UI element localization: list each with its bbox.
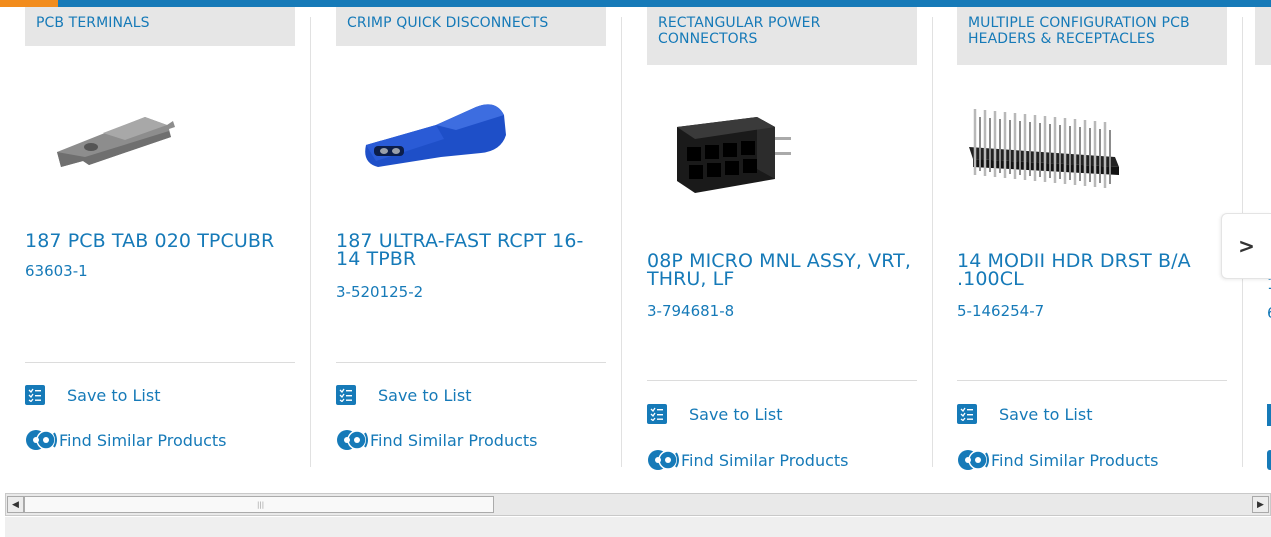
product-image-quick-disconnect[interactable] — [336, 85, 606, 205]
checklist-icon — [957, 404, 977, 424]
product-card: CRIMP QUICK DISCONNECTS 187 ULTRA-FAST R… — [311, 7, 622, 485]
horizontal-scrollbar[interactable]: ◀ ||| ▶ — [5, 493, 1271, 516]
similar-products-icon — [648, 450, 679, 470]
save-to-list-label: Save to List — [378, 385, 472, 405]
save-to-list-label: Save to List — [689, 404, 783, 424]
similar-products-icon — [26, 430, 57, 450]
product-image-pcb-tab[interactable] — [25, 87, 295, 207]
product-card: MULTIPLE CONFIGURATION PCB HEADERS & REC… — [932, 7, 1243, 485]
card-divider — [25, 362, 295, 363]
product-name[interactable]: 187 ULTRA-FAST RCPT 16-14 TPBR — [336, 232, 606, 269]
find-similar-label: Find Similar Products — [991, 450, 1159, 470]
card-divider — [647, 380, 917, 381]
save-to-list-button[interactable]: Save to List — [647, 404, 782, 424]
find-similar-label: Find Similar Products — [59, 430, 227, 450]
part-number[interactable]: 63603-1 — [25, 262, 88, 280]
checklist-icon — [647, 404, 667, 424]
product-image-pcb-header[interactable] — [957, 97, 1227, 217]
product-carousel: PCB TERMINALS 187 PCB TAB 020 TPCUBR 636… — [0, 0, 1271, 490]
checklist-icon — [25, 385, 45, 405]
find-similar-products-button[interactable]: Find Similar Products — [647, 448, 849, 472]
save-to-list-button[interactable]: Save to List — [957, 404, 1092, 424]
scrollbar-thumb[interactable]: ||| — [24, 496, 494, 513]
checklist-icon — [336, 385, 356, 405]
product-card: PCB TERMINALS 187 PCB TAB 020 TPCUBR 636… — [0, 7, 311, 485]
part-number-partial[interactable]: 6 — [1267, 304, 1271, 322]
scrollbar-grip-icon: ||| — [257, 501, 265, 509]
product-category[interactable]: MULTIPLE CONFIGURATION PCB HEADERS & REC… — [957, 7, 1227, 65]
chevron-right-icon: > — [1238, 234, 1255, 258]
similar-products-icon — [337, 430, 368, 450]
product-category[interactable]: RECTANGULAR POWER CONNECTORS — [647, 7, 917, 65]
scroll-left-arrow[interactable]: ◀ — [7, 496, 24, 513]
similar-products-icon — [958, 450, 989, 470]
part-number[interactable]: 3-520125-2 — [336, 283, 423, 301]
carousel-next-button[interactable]: > — [1221, 213, 1271, 279]
find-similar-products-button[interactable]: Find Similar Products — [957, 448, 1159, 472]
part-number[interactable]: 3-794681-8 — [647, 302, 734, 320]
save-to-list-button[interactable]: Save to List — [25, 385, 160, 405]
page-footer-area — [5, 517, 1271, 537]
save-to-list-label: Save to List — [999, 404, 1093, 424]
product-category[interactable]: CRIMP QUICK DISCONNECTS — [336, 7, 606, 46]
similar-products-icon[interactable] — [1267, 450, 1271, 470]
find-similar-label: Find Similar Products — [370, 430, 538, 450]
product-card: RECTANGULAR POWER CONNECTORS 08P MICRO M… — [622, 7, 933, 485]
product-name[interactable]: 14 MODII HDR DRST B/A .100CL — [957, 252, 1227, 289]
product-category-partial[interactable] — [1255, 7, 1271, 65]
scroll-right-arrow[interactable]: ▶ — [1252, 496, 1269, 513]
checklist-icon[interactable] — [1267, 404, 1271, 426]
find-similar-products-button[interactable]: Find Similar Products — [336, 428, 538, 452]
save-to-list-label: Save to List — [67, 385, 161, 405]
find-similar-label: Find Similar Products — [681, 450, 849, 470]
save-to-list-button[interactable]: Save to List — [336, 385, 471, 405]
part-number[interactable]: 5-146254-7 — [957, 302, 1044, 320]
product-image-power-connector[interactable] — [647, 97, 917, 217]
card-divider — [957, 380, 1227, 381]
product-name[interactable]: 187 PCB TAB 020 TPCUBR — [25, 232, 295, 251]
card-divider — [336, 362, 606, 363]
product-name[interactable]: 08P MICRO MNL ASSY, VRT, THRU, LF — [647, 252, 917, 289]
find-similar-products-button[interactable]: Find Similar Products — [25, 428, 227, 452]
product-category[interactable]: PCB TERMINALS — [25, 7, 295, 46]
